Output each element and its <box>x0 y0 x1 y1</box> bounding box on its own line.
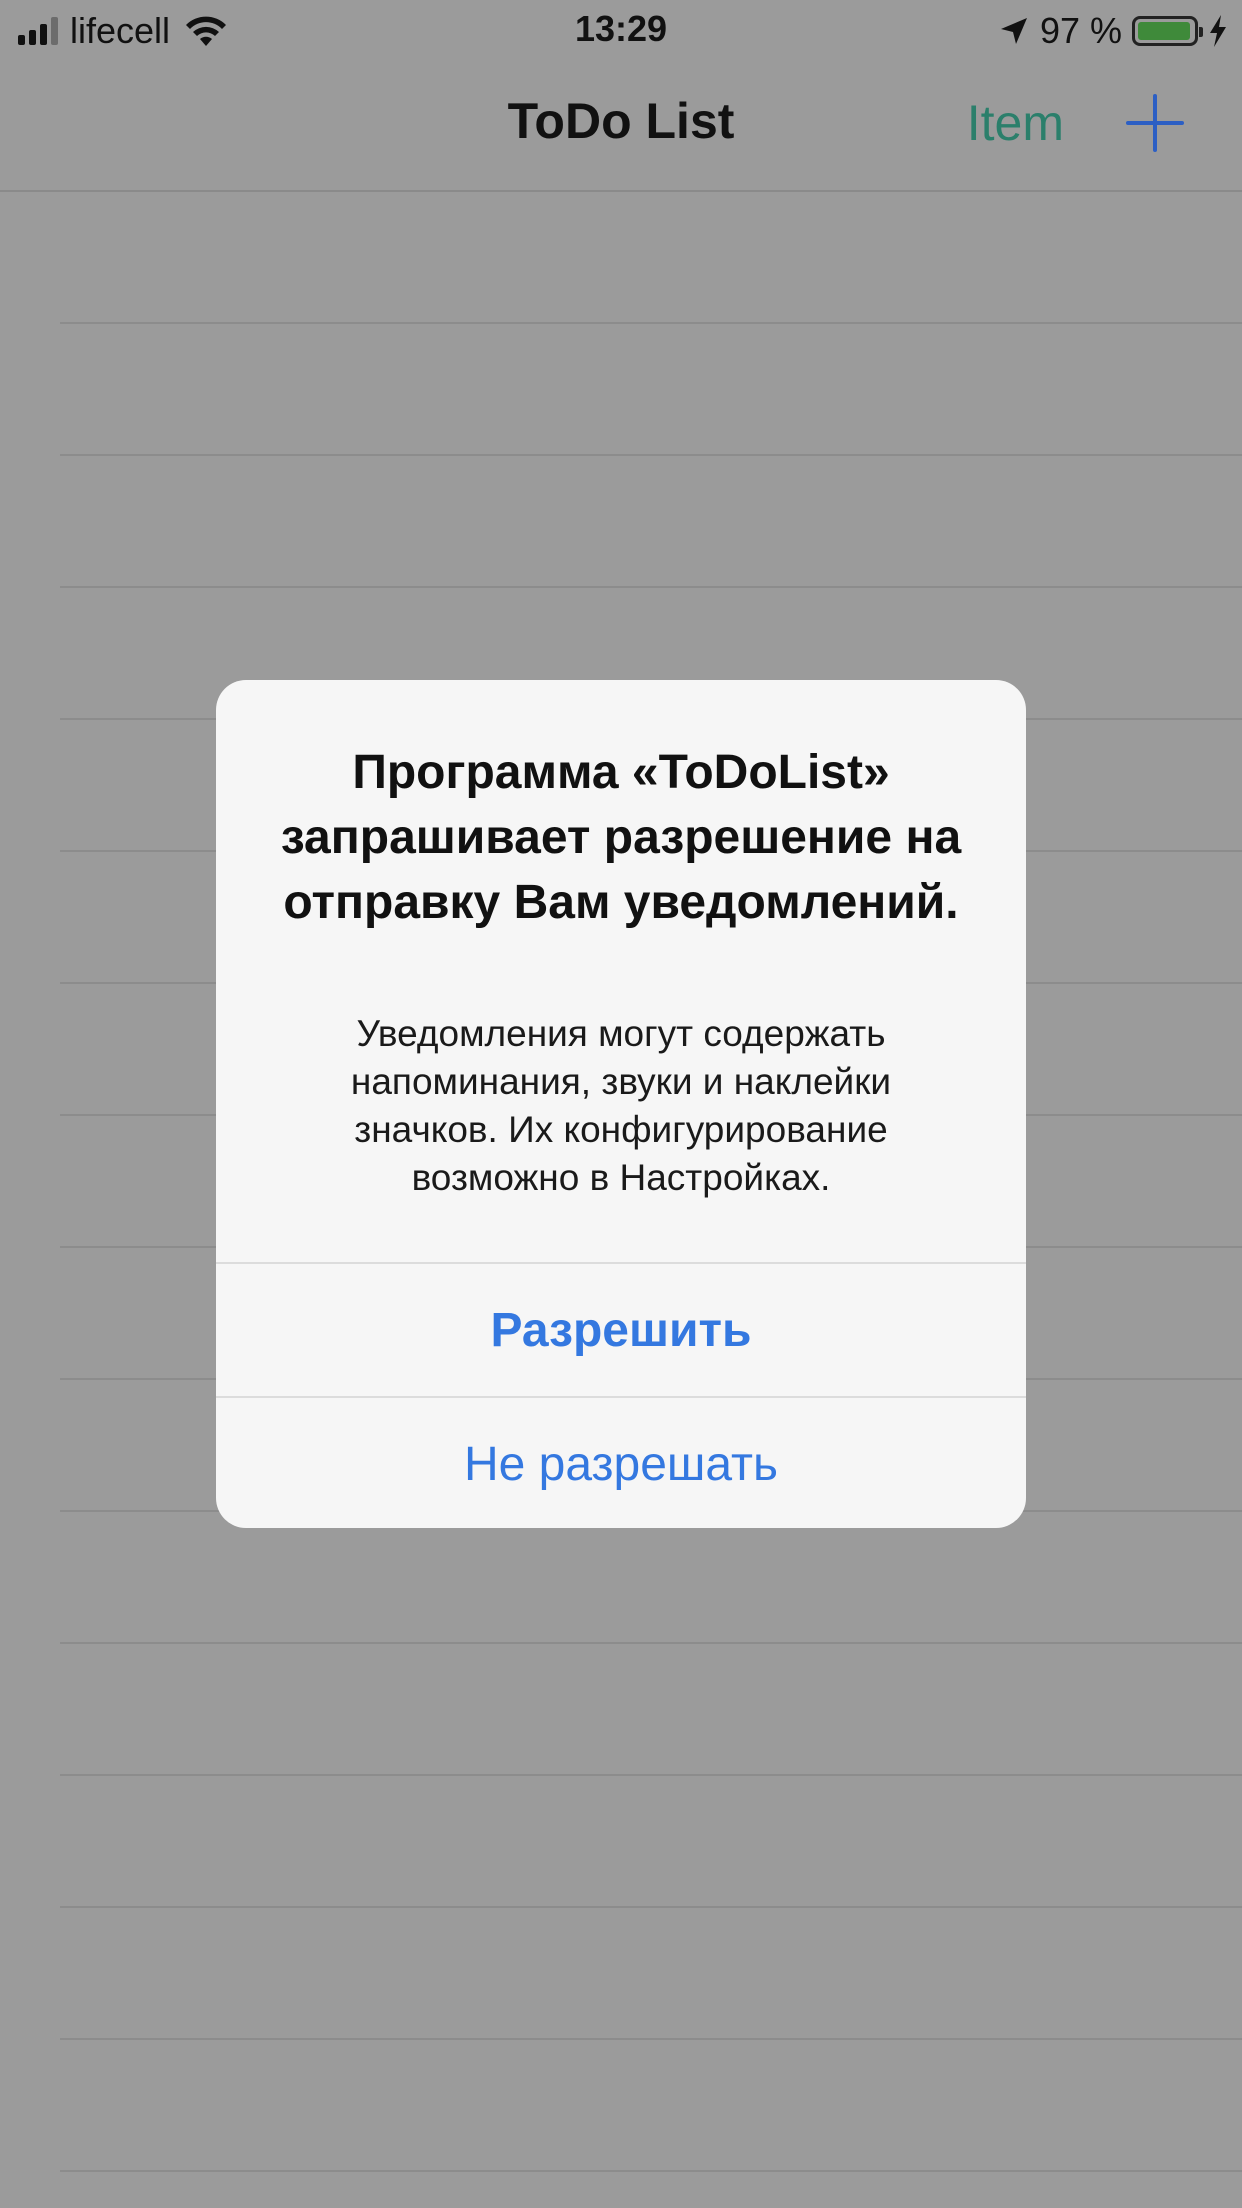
list-separator <box>60 1774 1242 1776</box>
list-separator <box>60 586 1242 588</box>
notification-permission-alert: Программа «ToDoList» запрашивает разреше… <box>216 680 1026 1528</box>
battery-icon <box>1132 16 1203 46</box>
alert-content: Программа «ToDoList» запрашивает разреше… <box>216 680 1026 1262</box>
list-separator <box>60 454 1242 456</box>
list-separator <box>60 2170 1242 2172</box>
battery-percent: 97 % <box>1039 10 1122 51</box>
status-right: 97 % <box>998 10 1228 52</box>
allow-button[interactable]: Разрешить <box>216 1264 1026 1396</box>
screen: lifecell 13:29 97 % ToDo List Item Прогр… <box>0 0 1242 2208</box>
item-button[interactable]: Item <box>967 94 1064 152</box>
deny-button[interactable]: Не разрешать <box>216 1398 1026 1528</box>
list-separator <box>60 2038 1242 2040</box>
status-bar: lifecell 13:29 97 % <box>0 0 1242 62</box>
location-arrow-icon <box>1000 18 1027 44</box>
alert-message: Уведомления могут содержать напоминания,… <box>350 1013 892 1198</box>
alert-title: Программа «ToDoList» запрашивает разреше… <box>280 746 962 929</box>
charging-bolt-icon <box>1210 15 1226 47</box>
list-separator <box>60 1642 1242 1644</box>
plus-icon[interactable] <box>1126 94 1184 152</box>
navigation-bar: ToDo List Item <box>0 62 1242 192</box>
battery-level-fill <box>1138 22 1191 40</box>
list-separator <box>60 1906 1242 1908</box>
list-separator <box>60 322 1242 324</box>
